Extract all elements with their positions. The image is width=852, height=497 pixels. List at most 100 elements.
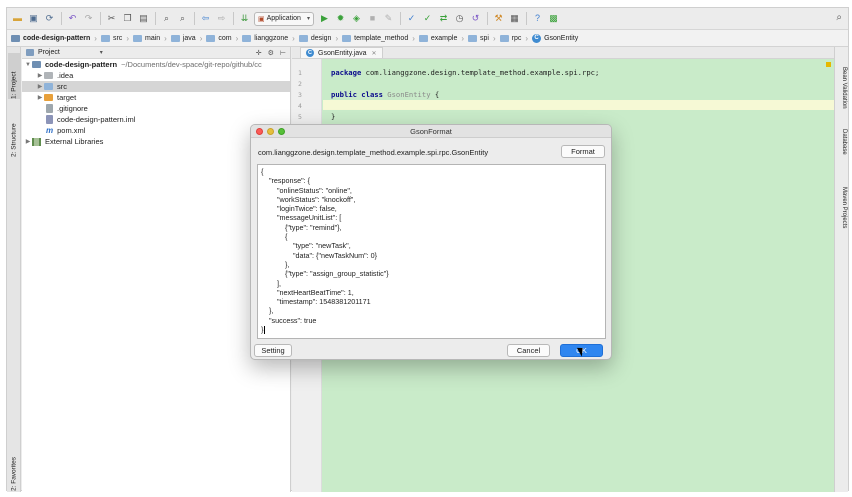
inspection-status-icon[interactable] bbox=[826, 62, 831, 67]
collapsed-arrow-icon[interactable]: ▶ bbox=[36, 94, 44, 101]
breadcrumb-item[interactable]: src › bbox=[100, 34, 133, 43]
open-icon[interactable]: ▬ bbox=[11, 12, 24, 25]
build-icon[interactable]: ⇊ bbox=[238, 12, 251, 25]
breadcrumb-item[interactable]: example › bbox=[418, 34, 468, 43]
folder-icon bbox=[44, 72, 53, 79]
close-icon[interactable]: ✕ bbox=[372, 50, 377, 57]
breadcrumb-item[interactable]: spi › bbox=[468, 34, 500, 43]
vcs-compare-icon[interactable]: ⇄ bbox=[437, 12, 450, 25]
json-line: "success": true bbox=[261, 315, 317, 325]
paste-icon[interactable]: ▤ bbox=[137, 12, 150, 25]
maven-icon: m bbox=[46, 126, 54, 135]
tree-item-iml[interactable]: code-design-pattern.iml bbox=[22, 114, 290, 125]
tree-item-gitignore[interactable]: .gitignore bbox=[22, 103, 290, 114]
search-everywhere-icon[interactable]: ⌕ bbox=[836, 12, 842, 23]
replace-icon[interactable]: ⌕ bbox=[176, 12, 189, 25]
back-icon[interactable]: ⇦ bbox=[199, 12, 212, 25]
module-folder-icon bbox=[11, 34, 20, 42]
tab-maven-projects[interactable]: Maven Projects bbox=[837, 187, 847, 257]
window-controls bbox=[256, 128, 285, 135]
breadcrumb-item[interactable]: design › bbox=[298, 34, 342, 43]
vcs-commit-icon[interactable]: ✓ bbox=[421, 12, 434, 25]
sdk-icon[interactable]: ▩ bbox=[547, 12, 560, 25]
locate-icon[interactable]: ✛ bbox=[256, 49, 262, 57]
source-folder-icon bbox=[44, 83, 53, 90]
expanded-arrow-icon[interactable]: ▼ bbox=[24, 62, 32, 68]
tab-bean-validation[interactable]: Bean Validation bbox=[837, 67, 847, 137]
help-icon[interactable]: ? bbox=[531, 12, 544, 25]
vcs-update-icon[interactable]: ✓ bbox=[405, 12, 418, 25]
current-line-highlight bbox=[323, 100, 835, 110]
stop-icon[interactable]: ■ bbox=[366, 12, 379, 25]
project-structure-icon[interactable]: ▦ bbox=[508, 12, 521, 25]
undo-icon[interactable]: ↶ bbox=[66, 12, 79, 25]
folder-icon bbox=[100, 34, 110, 42]
forward-icon[interactable]: ⇨ bbox=[215, 12, 228, 25]
cut-icon[interactable]: ✂ bbox=[105, 12, 118, 25]
close-window-icon[interactable] bbox=[256, 128, 263, 135]
breadcrumb-item[interactable]: template_method › bbox=[342, 34, 419, 43]
tab-project[interactable]: 1: Project bbox=[8, 53, 20, 99]
revert-icon[interactable]: ↺ bbox=[469, 12, 482, 25]
target-class-name: com.lianggzone.design.template_method.ex… bbox=[258, 148, 489, 157]
tab-structure[interactable]: 2: Structure bbox=[8, 107, 20, 157]
attach-icon[interactable]: ✎ bbox=[382, 12, 395, 25]
setting-button[interactable]: Setting bbox=[254, 344, 292, 357]
dialog-title-bar[interactable]: GsonFormat bbox=[251, 125, 611, 138]
breadcrumb-item[interactable]: lianggzone › bbox=[242, 34, 299, 43]
project-view-header[interactable]: Project ▾ ✛ ⚙ ⊢ bbox=[22, 47, 290, 59]
save-icon[interactable]: ▣ bbox=[27, 12, 40, 25]
cancel-button[interactable]: Cancel bbox=[507, 344, 550, 357]
copy-icon[interactable]: ❐ bbox=[121, 12, 134, 25]
settings-icon[interactable]: ⚒ bbox=[492, 12, 505, 25]
sync-icon[interactable]: ⟳ bbox=[43, 12, 56, 25]
hide-panel-icon[interactable]: ⊢ bbox=[280, 49, 286, 57]
tree-item-src[interactable]: ▶ src bbox=[22, 81, 290, 92]
json-input[interactable]: { "response": { "onlineStatus": "online"… bbox=[257, 164, 606, 339]
json-line: "loginTwice": false, bbox=[261, 204, 337, 214]
collapsed-arrow-icon[interactable]: ▶ bbox=[24, 138, 32, 145]
collapsed-arrow-icon[interactable]: ▶ bbox=[36, 72, 44, 79]
breadcrumb-item[interactable]: C GsonEntity bbox=[532, 33, 578, 43]
line-number: 5 bbox=[298, 113, 302, 121]
zoom-window-icon[interactable] bbox=[278, 128, 285, 135]
tree-item-idea[interactable]: ▶ .idea bbox=[22, 70, 290, 81]
redo-icon[interactable]: ↷ bbox=[82, 12, 95, 25]
format-button[interactable]: Format bbox=[561, 145, 605, 158]
run-configuration-select[interactable]: ▣ Application ▾ bbox=[254, 11, 314, 26]
left-tool-strip: 1: Project 2: Structure 2: Favorites bbox=[7, 47, 21, 492]
vcs-history-icon[interactable]: ◷ bbox=[453, 12, 466, 25]
line-number: 1 bbox=[298, 69, 302, 77]
minimize-window-icon[interactable] bbox=[267, 128, 274, 135]
chevron-down-icon[interactable]: ▾ bbox=[100, 49, 103, 56]
debug-icon[interactable]: ✹ bbox=[334, 12, 347, 25]
code-line-class: public class GsonEntity { bbox=[331, 90, 440, 99]
run-icon[interactable]: ▶ bbox=[318, 12, 331, 25]
project-panel-tools: ✛ ⚙ ⊢ bbox=[256, 49, 286, 57]
folder-icon bbox=[499, 34, 509, 42]
gsonformat-dialog: GsonFormat com.lianggzone.design.templat… bbox=[250, 124, 612, 360]
toolbar-divider bbox=[400, 12, 401, 25]
collapsed-arrow-icon[interactable]: ▶ bbox=[36, 83, 44, 90]
json-line: }, bbox=[261, 259, 290, 269]
tree-item-target[interactable]: ▶ target bbox=[22, 92, 290, 103]
breadcrumb-item[interactable]: java › bbox=[170, 34, 207, 43]
excluded-folder-icon bbox=[44, 94, 53, 101]
tab-database[interactable]: Database bbox=[837, 129, 847, 175]
line-number: 2 bbox=[298, 80, 302, 88]
breadcrumb-item[interactable]: main › bbox=[132, 34, 171, 43]
breadcrumb-item[interactable]: rpc › bbox=[499, 34, 532, 43]
editor-tab-gsonentity[interactable]: C GsonEntity.java ✕ bbox=[300, 47, 383, 58]
coverage-icon[interactable]: ◈ bbox=[350, 12, 363, 25]
json-line: }, bbox=[261, 306, 274, 316]
json-line: ], bbox=[261, 278, 281, 288]
settings-gear-icon[interactable]: ⚙ bbox=[268, 49, 274, 57]
line-number: 3 bbox=[298, 91, 302, 99]
find-icon[interactable]: ⌕ bbox=[160, 12, 173, 25]
breadcrumb-item[interactable]: code-design-pattern › bbox=[11, 34, 101, 43]
toolbar-divider bbox=[233, 12, 234, 25]
tab-favorites[interactable]: 2: Favorites bbox=[8, 447, 20, 491]
text-cursor bbox=[264, 326, 266, 335]
tree-root[interactable]: ▼ code-design-pattern ~/Documents/dev-sp… bbox=[22, 59, 290, 70]
breadcrumb-item[interactable]: com › bbox=[206, 34, 242, 43]
